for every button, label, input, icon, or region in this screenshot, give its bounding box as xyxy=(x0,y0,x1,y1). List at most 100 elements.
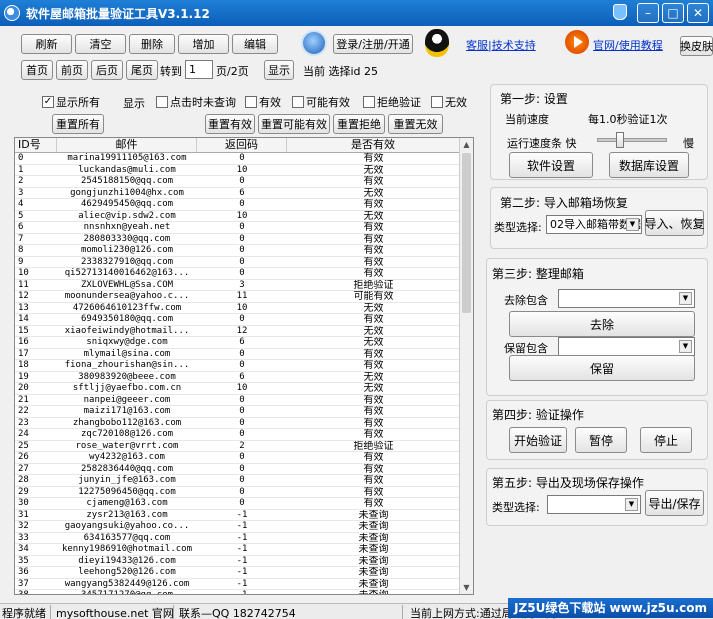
table-row[interactable]: 13 4726064610123ffw.com 10 无效 xyxy=(15,303,473,314)
table-row[interactable]: 25 rose_water@vrrt.com 2 拒绝验证 xyxy=(15,441,473,452)
remove-contains-select[interactable]: ▼ xyxy=(558,289,695,308)
reset-all-button[interactable]: 重置所有 xyxy=(52,114,104,134)
last-page-button[interactable]: 尾页 xyxy=(126,60,158,80)
table-row[interactable]: 36 leehong520@126.com -1 未查询 xyxy=(15,567,473,579)
table-row[interactable]: 33 634163577@qq.com -1 未查询 xyxy=(15,533,473,544)
table-row[interactable]: 26 wy4232@163.com 0 有效 xyxy=(15,452,473,464)
pause-button[interactable]: 暂停 xyxy=(575,427,627,453)
keep-button[interactable]: 保留 xyxy=(509,355,695,381)
minimize-button[interactable]: – xyxy=(637,3,659,23)
table-row[interactable]: 14 6949350180@qq.com 0 有效 xyxy=(15,314,473,326)
prev-page-button[interactable]: 前页 xyxy=(56,60,88,80)
reset-valid-button[interactable]: 重置有效 xyxy=(205,114,255,134)
table-row[interactable]: 5 aliec@vip.sdw2.com 10 无效 xyxy=(15,211,473,222)
delete-button[interactable]: 删除 xyxy=(129,34,175,54)
login-globe-icon[interactable] xyxy=(301,30,327,56)
export-save-button[interactable]: 导出/保存 xyxy=(645,490,704,516)
table-row[interactable]: 32 gaoyangsuki@yahoo.co... -1 未查询 xyxy=(15,521,473,533)
table-row[interactable]: 30 cjameng@163.com 0 有效 xyxy=(15,498,473,510)
show-page-button[interactable]: 显示 xyxy=(264,60,294,80)
column-header-id[interactable]: ID号 xyxy=(15,138,57,152)
stop-button[interactable]: 停止 xyxy=(640,427,692,453)
table-row[interactable]: 16 sniqxwy@dge.com 6 无效 xyxy=(15,337,473,349)
import-type-select[interactable]: 02导入邮箱带数据 ▼ xyxy=(546,215,642,234)
table-row[interactable]: 8 momoli230@126.com 0 有效 xyxy=(15,245,473,257)
import-restore-button[interactable]: 导入、恢复 xyxy=(645,210,705,236)
keep-contains-select[interactable]: ▼ xyxy=(558,337,695,356)
dropdown-arrow-icon[interactable]: ▼ xyxy=(679,340,692,353)
table-row[interactable]: 2 2545188150@qq.com 0 有效 xyxy=(15,176,473,188)
table-row[interactable]: 38 3457171270@qq.com -1 未查询 xyxy=(15,590,473,594)
table-row[interactable]: 10 qi52713140016462@163... 0 有效 xyxy=(15,268,473,280)
reset-invalid-button[interactable]: 重置无效 xyxy=(388,114,443,134)
clicked-unchecked-checkbox[interactable]: 点击时未查询 xyxy=(156,94,236,110)
table-row[interactable]: 17 mlymail@sina.com 0 有效 xyxy=(15,349,473,360)
clear-button[interactable]: 清空 xyxy=(75,34,126,54)
dropdown-arrow-icon[interactable]: ▼ xyxy=(626,218,639,231)
scroll-thumb[interactable] xyxy=(462,153,471,313)
scroll-down-arrow-icon[interactable]: ▼ xyxy=(460,581,473,594)
table-row[interactable]: 29 12275096450@qq.com 0 有效 xyxy=(15,487,473,498)
table-row[interactable]: 19 380983920@beee.com 6 无效 xyxy=(15,372,473,383)
table-row[interactable]: 6 nnsnhxn@yeah.net 0 有效 xyxy=(15,222,473,234)
refresh-button[interactable]: 刷新 xyxy=(21,34,72,54)
table-row[interactable]: 31 zysr213@163.com -1 未查询 xyxy=(15,510,473,521)
qq-penguin-icon[interactable] xyxy=(425,29,449,57)
table-row[interactable]: 24 zqc720108@126.com 0 有效 xyxy=(15,429,473,441)
table-row[interactable]: 21 nanpei@geeer.com 0 有效 xyxy=(15,395,473,406)
table-row[interactable]: 9 2338327910@qq.com 0 有效 xyxy=(15,257,473,268)
export-type-select[interactable]: ▼ xyxy=(547,495,641,514)
skin-shirt-icon[interactable] xyxy=(613,4,627,20)
email-table[interactable]: ID号 邮件 返回码 是否有效 0 marina19911105@163.com 0… xyxy=(14,137,474,595)
table-vertical-scrollbar[interactable]: ▲ ▼ xyxy=(459,138,473,594)
table-row[interactable]: 12 moonundersea@yahoo.c... 11 可能有效 xyxy=(15,291,473,303)
table-row[interactable]: 7 280803330@qq.com 0 有效 xyxy=(15,234,473,245)
software-settings-button[interactable]: 软件设置 xyxy=(509,152,593,178)
add-button[interactable]: 增加 xyxy=(178,34,229,54)
table-row[interactable]: 28 junyin_jfe@163.com 0 有效 xyxy=(15,475,473,487)
invalid-checkbox[interactable]: 无效 xyxy=(431,94,467,110)
valid-checkbox[interactable]: 有效 xyxy=(245,94,281,110)
table-row[interactable]: 34 kenny1986910@hotmail.com -1 未查询 xyxy=(15,544,473,556)
maybe-valid-checkbox[interactable]: 可能有效 xyxy=(292,94,350,110)
page-number-input[interactable]: 1 xyxy=(185,60,213,79)
show-all-checkbox[interactable]: ✓ 显示所有 xyxy=(42,94,100,110)
next-page-button[interactable]: 后页 xyxy=(91,60,123,80)
table-row[interactable]: 20 sftljj@yaefbo.com.cn 10 无效 xyxy=(15,383,473,395)
website-tutorial-link[interactable]: 官网/使用教程 xyxy=(593,37,663,53)
close-button[interactable]: ✕ xyxy=(687,3,709,23)
start-verify-button[interactable]: 开始验证 xyxy=(509,427,567,453)
dropdown-arrow-icon[interactable]: ▼ xyxy=(625,498,638,511)
dropdown-arrow-icon[interactable]: ▼ xyxy=(679,292,692,305)
table-row[interactable]: 35 dieyi19433@126.com -1 未查询 xyxy=(15,556,473,567)
reset-rejected-button[interactable]: 重置拒绝 xyxy=(333,114,385,134)
database-settings-button[interactable]: 数据库设置 xyxy=(609,152,689,178)
table-row[interactable]: 11 ZXLOVEWHL@Ssa.COM 3 拒绝验证 xyxy=(15,280,473,291)
login-register-button[interactable]: 登录/注册/开通 xyxy=(333,34,413,54)
edit-button[interactable]: 编辑 xyxy=(232,34,278,54)
speed-slider-knob[interactable] xyxy=(616,132,624,148)
table-row[interactable]: 3 gongjunzhi1004@hx.com 6 无效 xyxy=(15,188,473,199)
column-header-return-code[interactable]: 返回码 xyxy=(197,138,287,152)
table-row[interactable]: 23 zhangbobo112@163.com 0 有效 xyxy=(15,418,473,429)
table-row[interactable]: 0 marina19911105@163.com 0 有效 xyxy=(15,153,473,165)
table-row[interactable]: 18 fiona_zhourishan@sin... 0 有效 xyxy=(15,360,473,372)
remove-button[interactable]: 去除 xyxy=(509,311,695,337)
column-header-email[interactable]: 邮件 xyxy=(57,138,197,152)
speed-slider[interactable] xyxy=(597,132,667,148)
play-video-icon[interactable] xyxy=(565,30,589,54)
reset-maybe-valid-button[interactable]: 重置可能有效 xyxy=(258,114,330,134)
change-skin-button[interactable]: 换皮肤 xyxy=(680,36,713,56)
table-row[interactable]: 4 4629495450@qq.com 0 有效 xyxy=(15,199,473,211)
table-row[interactable]: 27 2582836440@qq.com 0 有效 xyxy=(15,464,473,475)
column-header-validity[interactable]: 是否有效 xyxy=(287,138,460,152)
table-row[interactable]: 1 luckandas@muli.com 10 无效 xyxy=(15,165,473,176)
table-row[interactable]: 22 maizi171@163.com 0 有效 xyxy=(15,406,473,418)
first-page-button[interactable]: 首页 xyxy=(21,60,53,80)
scroll-up-arrow-icon[interactable]: ▲ xyxy=(460,138,473,151)
maximize-button[interactable]: □ xyxy=(662,3,684,23)
rejected-checkbox[interactable]: 拒绝验证 xyxy=(363,94,421,110)
table-row[interactable]: 37 wangyang5382449@126.com -1 未查询 xyxy=(15,579,473,590)
support-link[interactable]: 客服|技术支持 xyxy=(466,37,536,53)
table-row[interactable]: 15 xiaofeiwindy@hotmail... 12 无效 xyxy=(15,326,473,337)
